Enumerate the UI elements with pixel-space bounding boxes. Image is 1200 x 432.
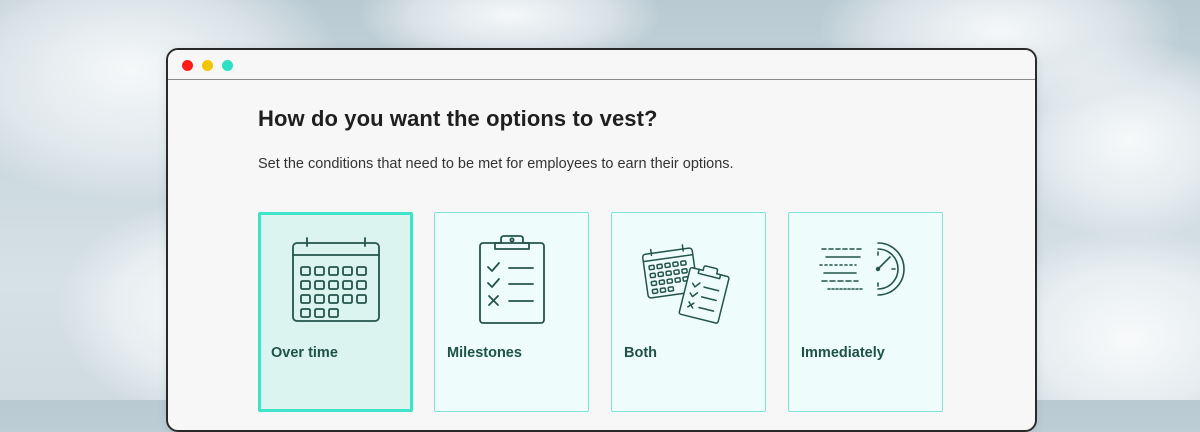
option-label-milestones: Milestones [447, 345, 522, 361]
option-card-immediately[interactable]: Immediately [788, 212, 943, 412]
option-card-over-time[interactable]: Over time [258, 212, 413, 412]
checklist-clipboard-icon [435, 235, 588, 325]
option-label-immediately: Immediately [801, 345, 885, 361]
maximize-window-button[interactable] [222, 60, 233, 71]
close-window-button[interactable] [182, 60, 193, 71]
page-subtitle: Set the conditions that need to be met f… [258, 156, 734, 172]
minimize-window-button[interactable] [202, 60, 213, 71]
browser-window: How do you want the options to vest? Set… [166, 48, 1037, 432]
option-card-both[interactable]: Both [611, 212, 766, 412]
window-titlebar [168, 50, 1035, 80]
calendar-and-clipboard-icon [612, 235, 765, 325]
calendar-icon [261, 237, 410, 327]
option-card-milestones[interactable]: Milestones [434, 212, 589, 412]
option-label-over-time: Over time [271, 345, 338, 361]
vesting-question-section: How do you want the options to vest? Set… [258, 106, 1035, 172]
page-title: How do you want the options to vest? [258, 106, 658, 131]
option-label-both: Both [624, 345, 658, 361]
fast-clock-icon [789, 235, 942, 325]
